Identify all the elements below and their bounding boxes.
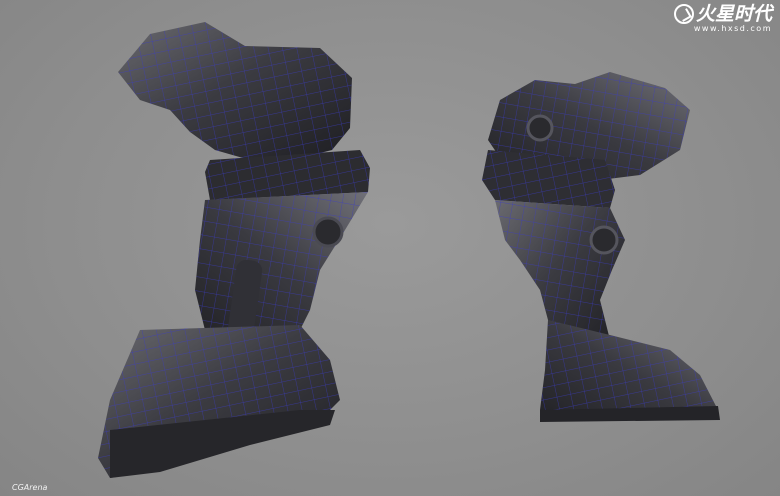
watermark-logo: 火星时代 www.hxsd.com [673, 3, 772, 33]
viewport: 火星时代 www.hxsd.com CGArena [0, 0, 780, 496]
watermark-title: 火星时代 [695, 3, 772, 25]
robot-leg-render [98, 22, 720, 478]
watermark-url: www.hxsd.com [693, 24, 772, 33]
right-leg-model [482, 72, 720, 422]
left-leg-model [98, 22, 370, 478]
hxsd-logo-icon [673, 4, 694, 24]
credit-text: CGArena [12, 483, 48, 492]
